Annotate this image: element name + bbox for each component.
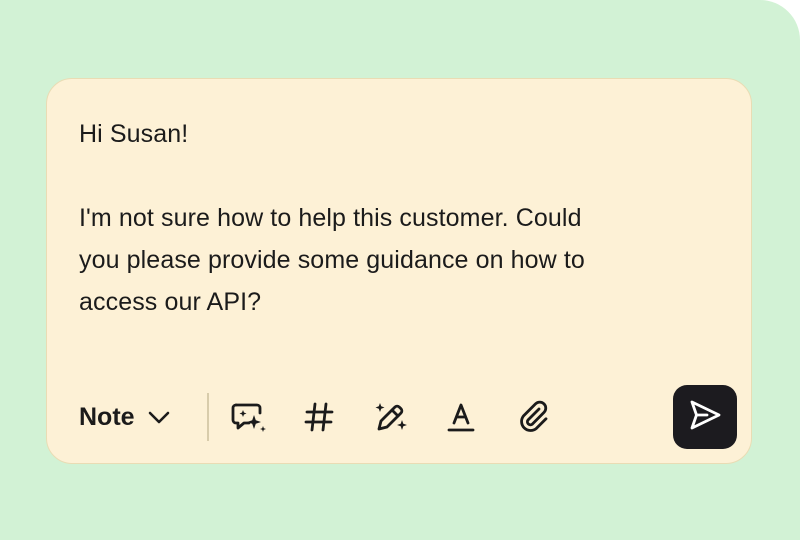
- mode-label: Note: [79, 402, 135, 431]
- mode-dropdown[interactable]: Note: [79, 397, 173, 437]
- text-format-button[interactable]: [441, 397, 481, 437]
- hashtag-icon: [302, 400, 336, 434]
- paperclip-icon: [517, 399, 553, 435]
- magic-pen-icon: [372, 398, 410, 436]
- message-line: you please provide some guidance on how …: [79, 246, 585, 274]
- chevron-down-icon: [145, 403, 173, 431]
- message-line: access our API?: [79, 288, 262, 316]
- magic-pen-button[interactable]: [371, 397, 411, 437]
- composer-toolbar: Note: [79, 385, 737, 449]
- send-button[interactable]: [673, 385, 737, 449]
- attach-button[interactable]: [515, 397, 555, 437]
- message-line: I'm not sure how to help this customer. …: [79, 204, 582, 232]
- toolbar-divider: [207, 393, 209, 441]
- text-format-icon: [444, 400, 478, 434]
- ai-reply-button[interactable]: [229, 397, 269, 437]
- message-line: Hi Susan!: [79, 120, 189, 148]
- message-line-blank: [79, 155, 719, 197]
- send-icon: [687, 397, 723, 438]
- message-text[interactable]: Hi Susan! I'm not sure how to help this …: [79, 113, 719, 323]
- hashtag-button[interactable]: [299, 397, 339, 437]
- message-composer[interactable]: Hi Susan! I'm not sure how to help this …: [46, 78, 752, 464]
- ai-reply-icon: [230, 398, 268, 436]
